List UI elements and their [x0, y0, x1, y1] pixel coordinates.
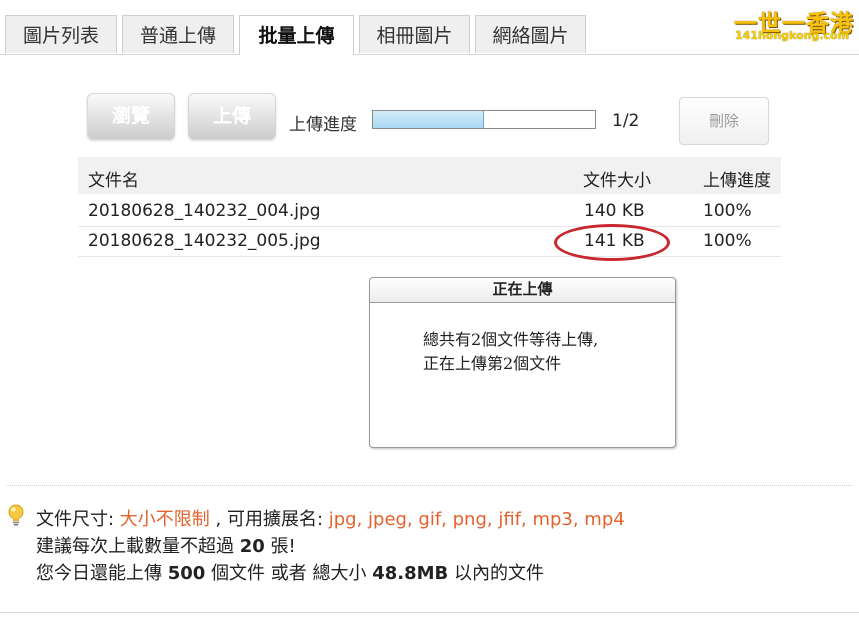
- extensions-value: jpg, jpeg, gif, png, jfif, mp3, mp4: [328, 509, 625, 530]
- annotation-circle: [554, 224, 670, 261]
- dialog-title: 正在上傳: [370, 278, 675, 303]
- advice-text: 建議每次上載數量不超過: [36, 536, 240, 557]
- dialog-message: 總共有2個文件等待上傳, 正在上傳第2個文件: [423, 328, 598, 376]
- dialog-message-line: 正在上傳第2個文件: [423, 354, 562, 373]
- delete-button[interactable]: 刪除: [679, 97, 769, 145]
- table-row-progress: 100%: [703, 201, 752, 221]
- section-divider: [6, 485, 853, 486]
- quota-text: 以內的文件: [448, 563, 544, 584]
- quota-size: 48.8MB: [372, 563, 449, 584]
- daily-quota-info: 您今日還能上傳 500 個文件 或者 總大小 48.8MB 以內的文件: [36, 559, 544, 585]
- advice-count: 20: [239, 536, 265, 557]
- quota-text: 您今日還能上傳: [36, 563, 168, 584]
- upload-progress-bar: [372, 110, 596, 129]
- tab-batch-upload[interactable]: 批量上傳: [239, 15, 354, 55]
- file-size-value: 大小不限制: [119, 509, 210, 530]
- upload-progress-count: 1/2: [612, 111, 640, 131]
- advice-text: 張!: [264, 536, 296, 557]
- upload-progress-fill: [373, 111, 484, 128]
- table-row-filename: 20180628_140232_005.jpg: [88, 231, 321, 251]
- browse-button[interactable]: 瀏覽: [87, 93, 175, 140]
- table-row-filesize: 140 KB: [584, 201, 645, 221]
- quota-text: 個文件 或者 總大小: [205, 563, 373, 584]
- file-size-info: 文件尺寸: 大小不限制 , 可用擴展名: jpg, jpeg, gif, png…: [36, 505, 625, 531]
- upload-limit-advice: 建議每次上載數量不超過 20 張!: [36, 532, 296, 558]
- site-logo-url: 141hongkong.com: [735, 29, 850, 42]
- upload-progress-label: 上傳進度: [289, 115, 357, 135]
- dialog-message-line: 總共有2個文件等待上傳,: [423, 330, 599, 349]
- table-row-filename: 20180628_140232_004.jpg: [88, 201, 321, 221]
- tab-bar: 圖片列表 普通上傳 批量上傳 相冊圖片 網絡圖片: [0, 0, 859, 55]
- extensions-label: , 可用擴展名:: [209, 509, 329, 530]
- tab-image-list[interactable]: 圖片列表: [5, 15, 117, 53]
- column-header-progress: 上傳進度: [703, 171, 771, 191]
- row-divider: [78, 226, 781, 227]
- column-header-filename: 文件名: [88, 171, 139, 191]
- uploading-dialog: 正在上傳 總共有2個文件等待上傳, 正在上傳第2個文件: [369, 277, 676, 448]
- column-header-filesize: 文件大小: [583, 171, 651, 191]
- file-size-label: 文件尺寸:: [36, 509, 120, 530]
- table-row-progress: 100%: [703, 231, 752, 251]
- file-table-header: [78, 157, 781, 194]
- upload-button[interactable]: 上傳: [188, 93, 276, 140]
- tab-album-images[interactable]: 相冊圖片: [359, 15, 470, 53]
- bottom-divider: [0, 612, 859, 613]
- tab-web-images[interactable]: 網絡圖片: [475, 15, 586, 53]
- quota-count: 500: [167, 563, 206, 584]
- row-divider: [78, 256, 781, 257]
- tab-normal-upload[interactable]: 普通上傳: [122, 15, 234, 53]
- lightbulb-icon: [8, 504, 24, 526]
